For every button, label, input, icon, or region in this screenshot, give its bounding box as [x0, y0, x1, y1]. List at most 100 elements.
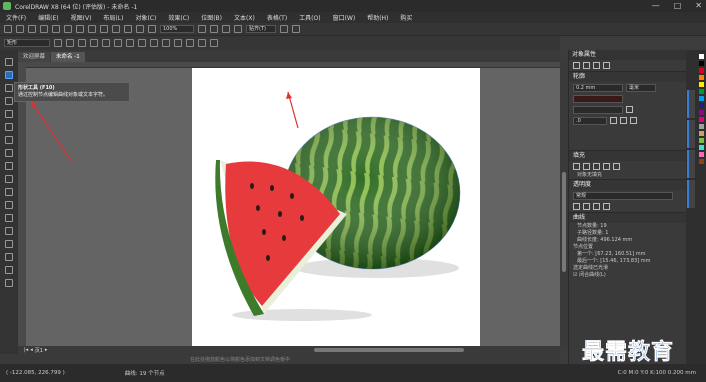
tab-untitled[interactable]: 未命名 -1: [51, 52, 85, 62]
minimize-icon[interactable]: —: [652, 1, 660, 10]
first-page-icon[interactable]: |◂: [24, 347, 28, 353]
outline-miter-field[interactable]: .0: [573, 116, 607, 125]
menu-help[interactable]: 帮助(H): [367, 13, 388, 22]
page-tab[interactable]: 页1: [35, 347, 43, 354]
pattern-transparency-icon[interactable]: [603, 203, 610, 210]
menu-layout[interactable]: 布局(L): [103, 13, 123, 22]
vtab-transform[interactable]: [687, 180, 695, 208]
fill-section-header[interactable]: 填充: [569, 150, 686, 161]
maximize-icon[interactable]: □: [674, 1, 682, 10]
next-page-icon[interactable]: ▸: [45, 347, 48, 353]
outline-style-select[interactable]: [573, 105, 623, 114]
color-swatch[interactable]: [699, 75, 704, 80]
fountain-fill-icon[interactable]: [593, 163, 600, 170]
color-swatch[interactable]: [699, 61, 704, 66]
vtab-object-manager[interactable]: [687, 150, 695, 178]
menu-bitmaps[interactable]: 位图(B): [201, 13, 222, 22]
to-curve-icon[interactable]: [126, 39, 134, 47]
parallel-dimension-tool-icon[interactable]: [5, 188, 13, 196]
save-icon[interactable]: [28, 25, 36, 33]
color-swatch[interactable]: [699, 68, 704, 73]
watermelon-artwork[interactable]: [192, 68, 480, 346]
menu-object[interactable]: 对象(C): [135, 13, 156, 22]
interactive-fill-tool-icon[interactable]: [5, 253, 13, 261]
color-swatch[interactable]: [699, 159, 704, 164]
extend-curve-icon[interactable]: [186, 39, 194, 47]
color-swatch[interactable]: [699, 110, 704, 115]
transparency-tool-icon[interactable]: [5, 227, 13, 235]
cut-icon[interactable]: [52, 25, 60, 33]
import-icon[interactable]: [124, 25, 132, 33]
add-node-icon[interactable]: [66, 39, 74, 47]
transparency-mode-select[interactable]: 常规: [573, 191, 673, 200]
close-icon[interactable]: ✕: [695, 1, 702, 10]
reverse-direction-icon[interactable]: [174, 39, 182, 47]
menu-table[interactable]: 表格(T): [267, 13, 287, 22]
outline-color-field[interactable]: [573, 94, 623, 103]
color-swatch[interactable]: [699, 96, 704, 101]
zoom-level-select[interactable]: 100%: [160, 25, 194, 33]
new-icon[interactable]: [4, 25, 12, 33]
publish-pdf-icon[interactable]: [148, 25, 156, 33]
polygon-tool-icon[interactable]: [5, 162, 13, 170]
print-icon[interactable]: [40, 25, 48, 33]
outline-unit-select[interactable]: 毫米: [626, 83, 656, 92]
menu-file[interactable]: 文件(F): [6, 13, 26, 22]
undo-icon[interactable]: [88, 25, 96, 33]
color-swatch[interactable]: [699, 117, 704, 122]
menu-effects[interactable]: 效果(C): [168, 13, 189, 22]
shape-tool-icon[interactable]: [5, 71, 13, 79]
menu-window[interactable]: 窗口(W): [333, 13, 356, 22]
no-fill-icon[interactable]: [573, 163, 580, 170]
rectangle-tool-icon[interactable]: [5, 136, 13, 144]
connector-tool-icon[interactable]: [5, 201, 13, 209]
paste-icon[interactable]: [76, 25, 84, 33]
color-swatch[interactable]: [699, 152, 704, 157]
drop-shadow-tool-icon[interactable]: [5, 214, 13, 222]
menu-text[interactable]: 文本(X): [234, 13, 255, 22]
menu-tools[interactable]: 工具(O): [299, 13, 320, 22]
color-swatch[interactable]: [699, 54, 704, 59]
zoom-tool-icon[interactable]: [5, 97, 13, 105]
add-tool-icon[interactable]: [5, 279, 13, 287]
shape-mode-select[interactable]: 矩形: [4, 39, 50, 47]
menu-buy[interactable]: 购买: [400, 13, 412, 22]
menu-edit[interactable]: 编辑(E): [38, 13, 58, 22]
color-swatch[interactable]: [699, 82, 704, 87]
fill-tab-icon[interactable]: [583, 62, 590, 69]
line-ends-icon[interactable]: [626, 106, 633, 113]
grid-icon[interactable]: [222, 25, 230, 33]
prev-page-icon[interactable]: ◂: [30, 347, 33, 353]
menu-view[interactable]: 视图(V): [71, 13, 92, 22]
ellipse-tool-icon[interactable]: [5, 149, 13, 157]
symmetrical-node-icon[interactable]: [162, 39, 170, 47]
corner-icon[interactable]: [610, 117, 617, 124]
pattern-fill-icon[interactable]: [603, 163, 610, 170]
open-icon[interactable]: [16, 25, 24, 33]
closed-curve-checkbox-row[interactable]: ☑ 闭合曲线(L): [569, 272, 686, 279]
options-gear-icon[interactable]: [280, 25, 288, 33]
color-swatch[interactable]: [699, 124, 704, 129]
reduce-nodes-icon[interactable]: [210, 39, 218, 47]
no-transparency-icon[interactable]: [573, 203, 580, 210]
document-page[interactable]: [192, 68, 480, 346]
color-swatch[interactable]: [699, 89, 704, 94]
vertical-scrollbar[interactable]: [560, 62, 568, 346]
horizontal-scroll-thumb[interactable]: [314, 348, 464, 352]
curve-tab-icon[interactable]: [603, 62, 610, 69]
delete-node-icon[interactable]: [78, 39, 86, 47]
color-swatch[interactable]: [699, 145, 704, 150]
texture-fill-icon[interactable]: [613, 163, 620, 170]
break-curve-icon[interactable]: [102, 39, 110, 47]
artistic-media-tool-icon[interactable]: [5, 123, 13, 131]
transparency-tab-icon[interactable]: [593, 62, 600, 69]
copy-icon[interactable]: [64, 25, 72, 33]
crop-tool-icon[interactable]: [5, 84, 13, 92]
close-curve-icon[interactable]: [198, 39, 206, 47]
guidelines-icon[interactable]: [234, 25, 242, 33]
eyedropper-tool-icon[interactable]: [5, 240, 13, 248]
pick-tool-icon[interactable]: [5, 58, 13, 66]
full-screen-icon[interactable]: [198, 25, 206, 33]
snap-to-select[interactable]: 贴齐(T): [246, 25, 276, 33]
color-swatch[interactable]: [699, 131, 704, 136]
